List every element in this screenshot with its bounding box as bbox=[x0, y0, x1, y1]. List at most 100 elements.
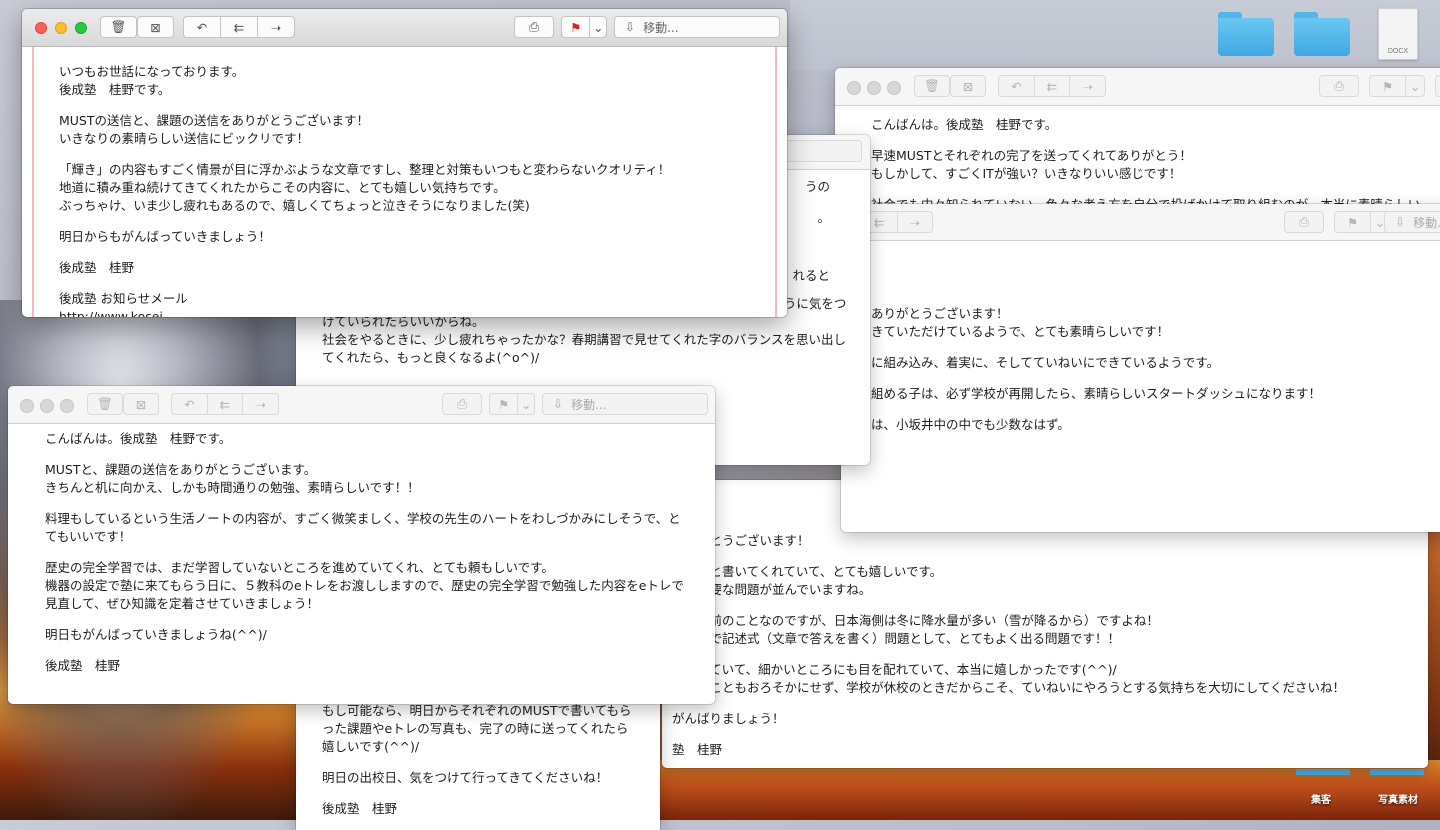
mail-paragraph: 明日もがんばっていきましょうね(^^)/ bbox=[45, 627, 267, 642]
mail-window-active[interactable]: 🗑 ⊠ ↶ ⇇ ➝ ⎙ ⚑ ⌄ ⇩ 移動... いつもお世話になっております。 後… bbox=[22, 9, 787, 317]
mail-window[interactable]: ⇇ ➝ ⎙ ⚑ ⌄ ⇩移動... ありがとうございます！ きていただけているよう… bbox=[841, 204, 1440, 532]
mail-signature: 後成塾 桂野 bbox=[45, 658, 121, 673]
chevron-down-icon[interactable]: ⌄ bbox=[589, 17, 606, 37]
forward-icon[interactable]: ➝ bbox=[257, 17, 294, 37]
reply-group[interactable]: ⇇ ➝ bbox=[861, 211, 933, 233]
reply-all-icon[interactable]: ⇇ bbox=[206, 394, 243, 414]
flag-group[interactable]: ⚑ ⌄ bbox=[1369, 75, 1425, 97]
forward-icon[interactable]: ➝ bbox=[896, 212, 933, 232]
folder-icon[interactable] bbox=[1294, 12, 1350, 56]
flag-group[interactable]: ⚑ ⌄ bbox=[561, 16, 607, 38]
mail-paragraph: 明日からもがんばっていきましょう！ bbox=[59, 229, 271, 244]
minimize-button[interactable] bbox=[55, 22, 67, 34]
mail-paragraph: 明日の出校日、気をつけて行ってきてくださいね！ bbox=[322, 770, 609, 785]
mail-signature: 後成塾 桂野 bbox=[322, 801, 398, 816]
delete-button[interactable]: 🗑 bbox=[100, 16, 137, 38]
move-button[interactable]: ⇩移動... bbox=[542, 393, 708, 415]
mail-paragraph: 料理もしているという生活ノートの内容が、すごく微笑ましく、学校の先生のハートをわ… bbox=[45, 511, 681, 544]
mail-body: こんばんは。後成塾 桂野です。 早速MUSTとそれぞれの完了を送ってくれてありが… bbox=[835, 106, 1440, 218]
forward-icon[interactable]: ➝ bbox=[242, 394, 278, 414]
mail-paragraph: いつもお世話になっております。 後成塾 桂野です。 bbox=[59, 64, 245, 97]
junk-icon: ⊠ bbox=[150, 19, 161, 35]
window-toolbar: ⇇ ➝ ⎙ ⚑ ⌄ ⇩移動... bbox=[841, 204, 1440, 241]
junk-button[interactable]: ⊠ bbox=[137, 16, 174, 38]
minimize-button[interactable] bbox=[40, 399, 54, 413]
desktop-icon-label[interactable]: 集客 bbox=[1311, 791, 1331, 806]
docx-file-icon[interactable]: DOCX bbox=[1378, 8, 1418, 60]
close-button[interactable] bbox=[20, 399, 34, 413]
trash-icon: 🗑 bbox=[924, 78, 940, 93]
mail-window[interactable]: もし可能なら、明日からそれぞれのMUSTで書いてもらった課題やeトレの写真も、完… bbox=[296, 690, 660, 830]
mail-paragraph: 組める子は、必ず学校が再開したら、素晴らしいスタートダッシュになります！ bbox=[871, 386, 1322, 401]
reply-icon[interactable]: ↶ bbox=[172, 394, 207, 414]
print-button[interactable]: ⎙ bbox=[442, 393, 482, 415]
junk-icon: ⊠ bbox=[962, 78, 974, 94]
trash-icon: 🗑 bbox=[110, 19, 127, 34]
junk-icon: ⊠ bbox=[135, 396, 147, 412]
mail-paragraph: がんばりましょう！ bbox=[672, 711, 785, 726]
mail-paragraph: ありがとうございます！ bbox=[672, 533, 810, 548]
zoom-button[interactable] bbox=[887, 81, 901, 95]
print-button[interactable]: ⎙ bbox=[1319, 75, 1359, 97]
mail-paragraph: に組み込み、着実に、そしてていねいにできているようです。 bbox=[871, 355, 1220, 370]
reply-icon[interactable]: ↶ bbox=[184, 17, 220, 37]
minimize-button[interactable] bbox=[867, 81, 881, 95]
move-button[interactable]: ⇩移動... bbox=[614, 16, 780, 38]
mail-paragraph: こんばんは。後成塾 桂野です。 bbox=[45, 431, 232, 446]
close-button[interactable] bbox=[847, 81, 861, 95]
reply-group[interactable]: ↶ ⇇ ➝ bbox=[998, 75, 1106, 97]
printer-icon: ⎙ bbox=[528, 19, 539, 34]
mail-window[interactable]: 🗑 ⊠ ↶ ⇇ ➝ ⎙ ⚑ ⌄ ⇩移動... こんばんは。後成塾 桂野です。 早… bbox=[835, 68, 1440, 218]
delete-button[interactable]: 🗑 bbox=[914, 75, 950, 97]
reply-all-icon[interactable]: ⇇ bbox=[220, 17, 257, 37]
mail-paragraph: も入れていて、細かいところにも目を配れていて、本当に嬉しかったです(^^)/ 細… bbox=[672, 662, 1346, 695]
mail-footer: 後成塾 お知らせメール http://www.kosei... bbox=[59, 291, 188, 317]
reply-group[interactable]: ↶ ⇇ ➝ bbox=[171, 393, 279, 415]
zoom-button[interactable] bbox=[75, 22, 87, 34]
chevron-down-icon[interactable]: ⌄ bbox=[1405, 76, 1424, 96]
flag-group[interactable]: ⚑ ⌄ bbox=[489, 393, 535, 415]
flag-icon[interactable]: ⚑ bbox=[1370, 76, 1405, 96]
junk-button[interactable]: ⊠ bbox=[123, 393, 159, 415]
mail-window[interactable]: 🗑 ⊠ ↶ ⇇ ➝ ⎙ ⚑ ⌄ ⇩ 移動... こんばんは。後成塾 桂野です。 M… bbox=[8, 386, 715, 704]
flag-icon[interactable]: ⚑ bbox=[562, 17, 589, 37]
mail-paragraph: もし可能なら、明日からそれぞれのMUSTで書いてもらった課題やeトレの写真も、完… bbox=[322, 703, 632, 754]
folder-icon[interactable] bbox=[1218, 12, 1274, 56]
folder-icon[interactable] bbox=[1296, 769, 1350, 775]
reply-icon[interactable]: ↶ bbox=[999, 76, 1034, 96]
junk-button[interactable]: ⊠ bbox=[950, 75, 986, 97]
move-icon: ⇩ bbox=[1395, 215, 1406, 229]
window-toolbar: 🗑 ⊠ ↶ ⇇ ➝ ⎙ ⚑ ⌄ ⇩移動... bbox=[22, 9, 787, 47]
move-button[interactable]: ⇩移動... bbox=[1384, 211, 1440, 233]
mail-body: もし可能なら、明日からそれぞれのMUSTで書いてもらった課題やeトレの写真も、完… bbox=[296, 690, 660, 830]
mail-paragraph: 歴史の完全学習では、まだ学習していないところを進めていてくれ、とても頼もしいです… bbox=[45, 560, 684, 611]
chevron-down-icon[interactable]: ⌄ bbox=[517, 394, 534, 414]
mail-paragraph: MUSTと、課題の送信をありがとうございます。 きちんと机に向かえ、しかも時間通… bbox=[45, 462, 420, 495]
flag-group[interactable]: ⚑ ⌄ bbox=[1334, 211, 1390, 233]
flag-icon[interactable]: ⚑ bbox=[490, 394, 517, 414]
mail-paragraph: 早速MUSTとそれぞれの完了を送ってくれてありがとう！ もしかして、すごくITが… bbox=[871, 148, 1192, 181]
printer-icon: ⎙ bbox=[456, 396, 467, 411]
folder-icon[interactable] bbox=[1370, 769, 1424, 775]
mail-paragraph: こんばんは。後成塾 桂野です。 bbox=[871, 117, 1058, 132]
move-icon: ⇩ bbox=[553, 397, 564, 411]
desktop-icon-label[interactable]: 写真素材 bbox=[1378, 791, 1418, 806]
delete-button[interactable]: 🗑 bbox=[87, 393, 123, 415]
forward-icon[interactable]: ➝ bbox=[1069, 76, 1105, 96]
move-button[interactable]: ⇩移動... bbox=[1435, 75, 1440, 97]
window-toolbar: 🗑 ⊠ ↶ ⇇ ➝ ⎙ ⚑ ⌄ ⇩移動... bbox=[835, 68, 1440, 106]
reply-all-icon[interactable]: ⇇ bbox=[1033, 76, 1070, 96]
close-button[interactable] bbox=[35, 22, 47, 34]
print-button[interactable]: ⎙ bbox=[514, 16, 554, 38]
mail-paragraph: きちんと書いてくれていて、とても嬉しいです。 理、重要な問題が並んでいますね。 bbox=[672, 564, 943, 597]
print-button[interactable]: ⎙ bbox=[1284, 211, 1324, 233]
zoom-button[interactable] bbox=[60, 399, 74, 413]
move-icon: ⇩ bbox=[625, 20, 636, 34]
mail-paragraph: は、小坂井中の中でも少数なはず。 bbox=[871, 417, 1070, 432]
mail-body: ありがとうございます！ きていただけているようで、とても素晴らしいです！ に組み… bbox=[841, 241, 1440, 532]
flag-icon[interactable]: ⚑ bbox=[1335, 212, 1370, 232]
reply-group[interactable]: ↶ ⇇ ➝ bbox=[183, 16, 295, 38]
mail-paragraph: MUSTの送信と、課題の送信をありがとうございます！ いきなりの素晴らしい送信に… bbox=[59, 113, 370, 146]
window-toolbar: 🗑 ⊠ ↶ ⇇ ➝ ⎙ ⚑ ⌄ ⇩移動... bbox=[8, 386, 715, 424]
mail-signature: 塾 桂野 bbox=[672, 742, 723, 757]
